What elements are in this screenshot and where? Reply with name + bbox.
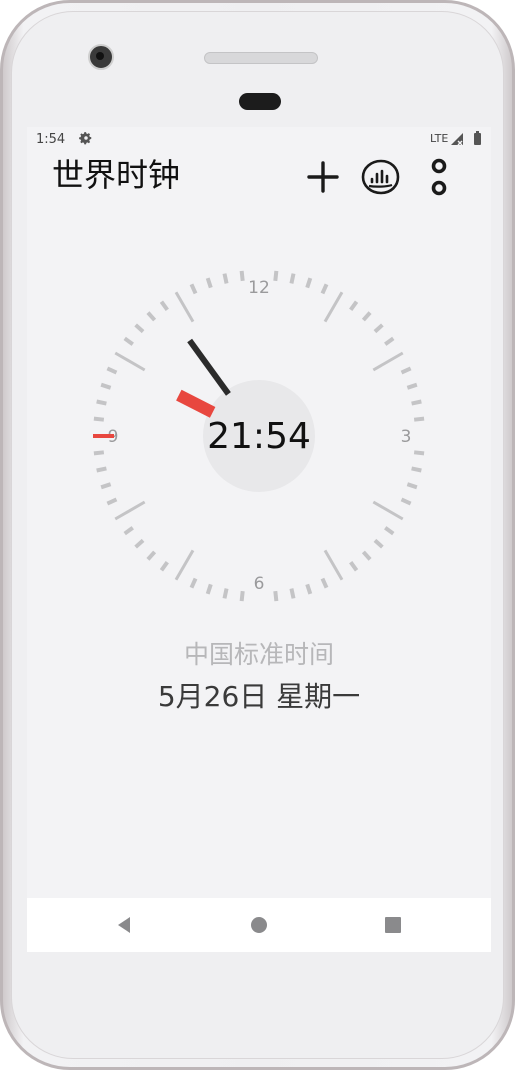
major-tick <box>372 500 404 521</box>
minor-tick <box>123 526 134 536</box>
major-tick <box>114 351 146 372</box>
minor-tick <box>146 550 157 561</box>
battery-icon <box>474 131 481 145</box>
major-tick <box>372 351 404 372</box>
minor-tick <box>361 550 372 561</box>
time-compare-button[interactable] <box>360 157 400 197</box>
status-bar: 1:54 LTE <box>27 127 491 153</box>
clock-center-disc <box>203 380 315 492</box>
screen: 1:54 LTE 世界时钟 12 3 6 21:54 中国标准时间 5月26日 … <box>27 127 491 952</box>
front-camera <box>88 44 114 70</box>
minor-tick <box>100 382 112 390</box>
minute-hand <box>187 338 231 396</box>
minor-tick <box>413 450 425 456</box>
major-tick <box>323 549 344 581</box>
clock-face: 12 3 6 9 <box>93 270 425 602</box>
minor-tick <box>320 283 329 295</box>
more-options-button[interactable] <box>419 157 459 197</box>
minor-tick <box>106 366 118 375</box>
back-icon <box>118 917 130 933</box>
back-button[interactable] <box>113 913 137 937</box>
minor-tick <box>239 590 245 602</box>
network-type-label: LTE <box>430 132 449 145</box>
minor-tick <box>373 323 384 334</box>
minor-tick <box>406 382 418 390</box>
home-icon <box>251 917 267 933</box>
add-city-button[interactable] <box>303 157 343 197</box>
major-tick <box>174 291 195 323</box>
minor-tick <box>146 311 157 322</box>
minor-tick <box>289 588 296 599</box>
minor-tick <box>289 273 296 284</box>
app-bar: 世界时钟 <box>27 153 491 201</box>
minor-tick <box>305 583 313 595</box>
minor-tick <box>106 497 118 506</box>
minor-tick <box>273 590 279 602</box>
minor-tick <box>349 561 359 572</box>
minor-tick <box>273 270 279 282</box>
minor-tick <box>205 277 213 289</box>
timezone-name: 中国标准时间 <box>183 640 334 669</box>
minor-tick <box>411 399 422 406</box>
minor-tick <box>384 526 395 536</box>
dial-number-3: 3 <box>401 427 412 447</box>
minor-tick <box>189 283 198 295</box>
minor-tick <box>406 482 418 490</box>
home-button[interactable] <box>247 913 271 937</box>
analog-clock: 12 3 6 9 21:54 <box>86 263 432 609</box>
minor-tick <box>123 336 134 346</box>
device-frame: 1:54 LTE 世界时钟 12 3 6 21:54 中国标准时间 5月26日 … <box>0 0 515 1070</box>
minor-tick <box>373 538 384 549</box>
minor-tick <box>384 336 395 346</box>
earpiece-speaker <box>204 52 318 64</box>
minor-tick <box>159 561 169 572</box>
minor-tick <box>222 273 229 284</box>
gear-icon <box>79 132 92 145</box>
minor-tick <box>239 270 245 282</box>
current-date: 5月26日 星期一 <box>157 680 361 713</box>
minor-tick <box>134 538 145 549</box>
minor-tick <box>134 323 145 334</box>
minor-tick <box>413 416 425 422</box>
minor-tick <box>361 311 372 322</box>
hour-hand <box>176 389 216 418</box>
dial-number-12: 12 <box>248 278 270 298</box>
minor-tick <box>222 588 229 599</box>
recents-button[interactable] <box>381 913 405 937</box>
minor-tick <box>96 466 107 473</box>
minor-tick <box>93 450 105 456</box>
minor-tick <box>400 366 412 375</box>
navigation-bar <box>27 898 491 952</box>
minor-tick <box>189 577 198 589</box>
page-title: 世界时钟 <box>52 156 181 194</box>
minor-tick <box>305 277 313 289</box>
status-time: 1:54 <box>36 132 66 147</box>
minor-tick <box>320 577 329 589</box>
minor-tick <box>400 497 412 506</box>
minor-tick <box>349 300 359 311</box>
major-tick <box>114 500 146 521</box>
major-tick <box>174 549 195 581</box>
minor-tick <box>96 399 107 406</box>
major-tick <box>323 291 344 323</box>
proximity-sensor <box>239 93 281 110</box>
compare-icon <box>361 159 400 195</box>
minor-tick <box>411 466 422 473</box>
minor-tick <box>205 583 213 595</box>
minor-tick <box>93 416 105 422</box>
recents-icon <box>385 917 401 933</box>
minor-tick <box>100 482 112 490</box>
dial-number-6: 6 <box>254 574 265 594</box>
signal-icon <box>451 133 463 146</box>
more-icon <box>431 158 447 196</box>
minor-tick <box>159 300 169 311</box>
add-icon <box>307 161 339 193</box>
